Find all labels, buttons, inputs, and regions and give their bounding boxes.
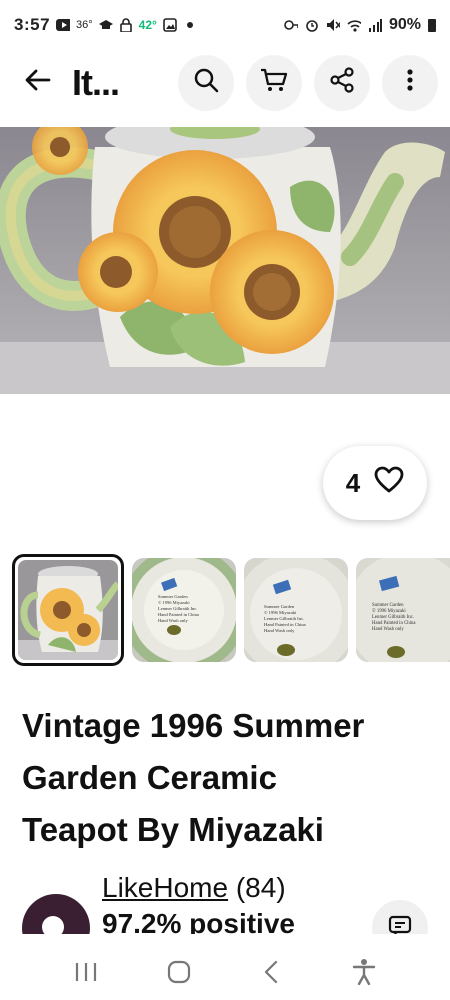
cart-button[interactable]	[246, 54, 302, 111]
product-main-image[interactable]	[0, 127, 450, 394]
item-title-line: Garden Ceramic	[22, 759, 277, 796]
recent-apps-icon	[74, 961, 98, 988]
heart-icon	[374, 466, 404, 501]
seller-name-link[interactable]: LikeHome	[102, 872, 228, 903]
more-options-button[interactable]	[382, 54, 438, 111]
search-icon	[193, 67, 219, 98]
watch-like-button[interactable]: 4	[323, 446, 427, 520]
share-icon	[329, 67, 355, 98]
label-line-3: Lenmer Gilbraith Inc.	[372, 615, 414, 620]
app-header: It...	[0, 50, 450, 115]
image-icon	[163, 18, 177, 32]
status-indicator: 36°	[76, 19, 93, 31]
status-time: 3:57	[14, 15, 51, 34]
thumbnail-3[interactable]: Summer Garden © 1996 Miyazaki Lenmer Gil…	[244, 558, 348, 662]
label-line-2: © 1996 Miyazaki	[372, 608, 406, 614]
signal-icon	[368, 18, 382, 32]
label-line-5: Hand Wash only	[158, 618, 189, 623]
status-temperature: 42°	[138, 18, 157, 32]
page-title: It...	[72, 61, 120, 103]
key-icon	[284, 18, 298, 32]
seller-info: LikeHome (84) 97.2% positive	[22, 868, 450, 962]
back-button[interactable]	[12, 57, 64, 109]
mute-icon	[326, 18, 340, 32]
label-line-4: Hand Painted in China	[372, 621, 416, 626]
item-title-line: Vintage 1996 Summer	[22, 707, 365, 744]
back-arrow-icon	[25, 69, 51, 96]
item-title: Vintage 1996 Summer Garden Ceramic Teapo…	[22, 700, 432, 856]
alarm-icon	[305, 18, 319, 32]
recent-apps-button[interactable]	[61, 954, 111, 994]
youtube-icon	[56, 18, 71, 32]
label-line-4: Hand Painted in China	[264, 622, 306, 627]
battery-icon	[428, 18, 436, 32]
accessibility-button[interactable]	[339, 954, 389, 994]
like-count: 4	[345, 467, 361, 498]
label-line-2: © 1996 Miyazaki	[158, 600, 190, 605]
cart-icon	[260, 67, 288, 98]
label-line-1: Summer Garden	[158, 594, 188, 599]
seller-feedback-count: (84)	[235, 872, 286, 903]
label-line-1: Summer Garden	[372, 603, 404, 608]
label-line-1: Summer Garden	[264, 604, 295, 609]
battery-level: 90%	[388, 16, 421, 33]
label-line-3: Lenmer Gilbraith Inc.	[264, 616, 304, 621]
system-nav-bar	[0, 948, 450, 1000]
search-button[interactable]	[178, 54, 234, 111]
thumbnail-2[interactable]: Summer Garden © 1996 Miyazaki Lenmer Gil…	[132, 558, 236, 662]
more-vertical-icon	[406, 68, 414, 97]
accessibility-icon	[351, 958, 377, 991]
status-bar: 3:57 36° 42° 90%	[0, 0, 450, 50]
label-line-3: Lenmer Gilbraith Inc.	[158, 606, 197, 611]
label-line-5: Hand Wash only	[372, 627, 404, 632]
back-icon	[263, 959, 279, 990]
seller-name-row: LikeHome (84)	[102, 872, 286, 904]
wifi-icon	[347, 18, 361, 32]
label-line-2: © 1996 Miyazaki	[264, 610, 297, 615]
thumbnail-1[interactable]	[12, 554, 124, 666]
share-button[interactable]	[314, 54, 370, 111]
image-thumbnail-strip: Summer Garden © 1996 Miyazaki Lenmer Gil…	[12, 554, 450, 666]
item-title-line: Teapot By Miyazaki	[22, 811, 324, 848]
graduation-cap-icon	[98, 18, 113, 32]
nav-back-button[interactable]	[246, 954, 296, 994]
label-line-4: Hand Painted in China	[158, 612, 199, 617]
dot-icon	[183, 18, 197, 32]
thumbnail-4[interactable]: Summer Garden © 1996 Miyazaki Lenmer Gil…	[356, 558, 450, 662]
lock-icon	[119, 18, 133, 32]
label-line-5: Hand Wash only	[264, 628, 295, 633]
home-icon	[166, 959, 192, 990]
home-button[interactable]	[154, 954, 204, 994]
